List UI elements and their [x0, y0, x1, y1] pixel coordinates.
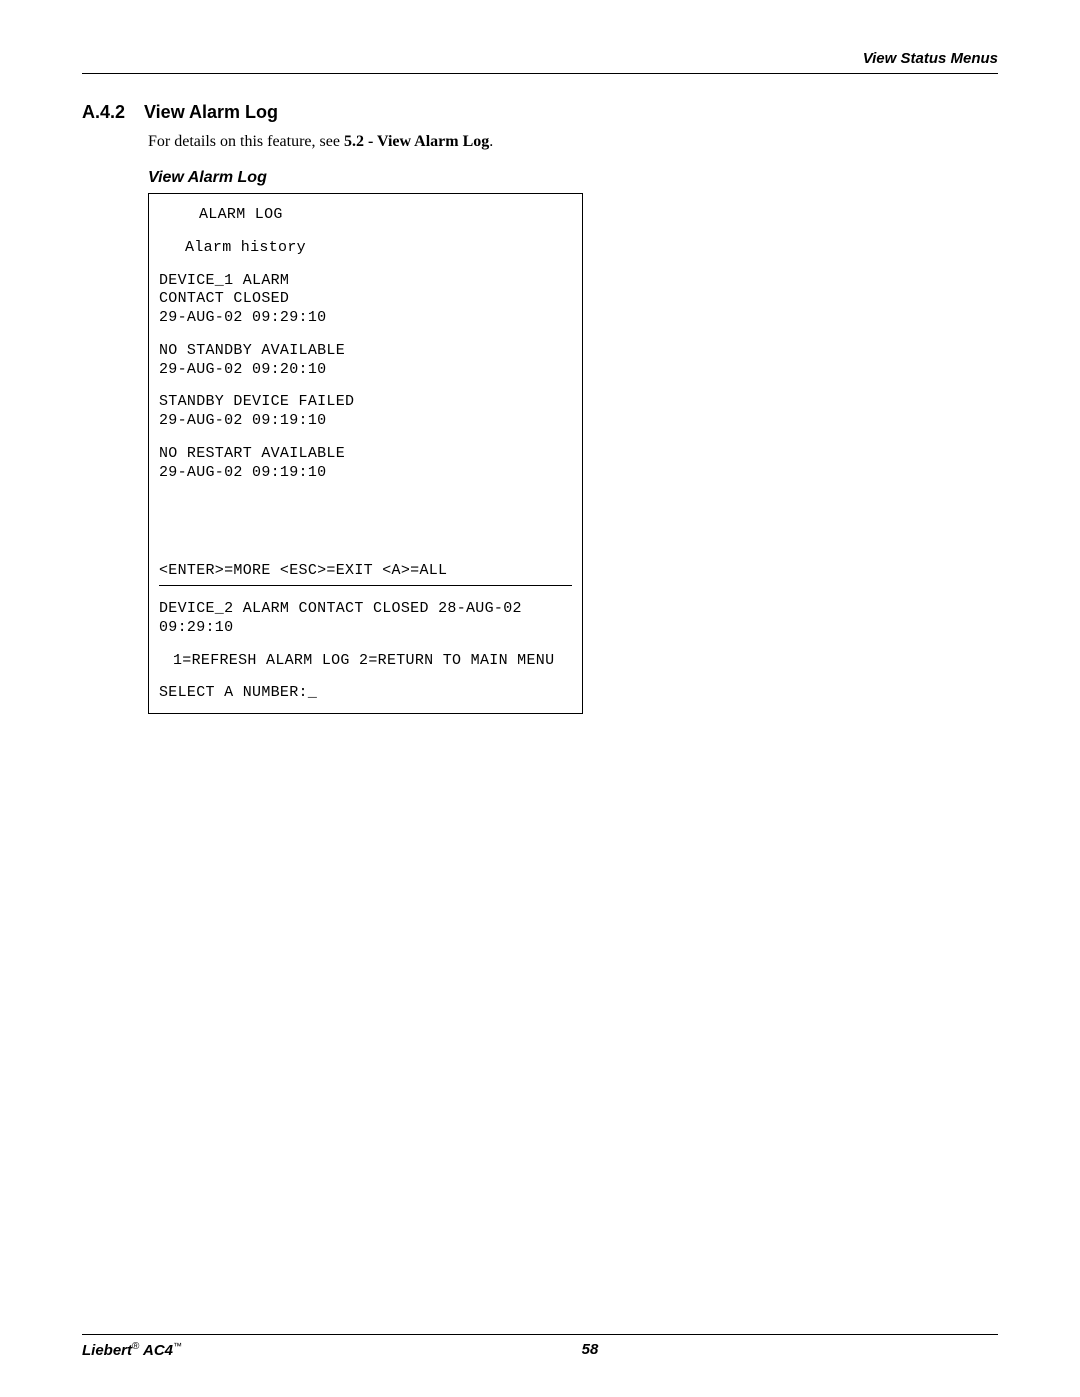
desc-prefix: For details on this feature, see — [148, 133, 344, 150]
alarm-line: 29-AUG-02 09:19:10 — [159, 412, 572, 431]
footer-brand: Liebert® AC4™ — [82, 1341, 182, 1359]
select-prompt: SELECT A NUMBER:_ — [159, 684, 572, 703]
desc-suffix: . — [489, 133, 493, 150]
alarm-line: DEVICE_1 ALARM — [159, 272, 572, 291]
page-number: 58 — [82, 1341, 998, 1358]
section-number: A.4.2 — [82, 102, 144, 123]
alarm-line: 29-AUG-02 09:19:10 — [159, 464, 572, 483]
brand-name: Liebert — [82, 1342, 132, 1359]
alarm-line: NO STANDBY AVAILABLE — [159, 342, 572, 361]
section-description: For details on this feature, see 5.2 - V… — [148, 133, 998, 151]
alarm-entry: NO RESTART AVAILABLE 29-AUG-02 09:19:10 — [159, 445, 572, 483]
alarm-line: 29-AUG-02 09:29:10 — [159, 309, 572, 328]
alarm-line: CONTACT CLOSED — [159, 290, 572, 309]
alarm-entry: DEVICE_1 ALARM CONTACT CLOSED 29-AUG-02 … — [159, 272, 572, 328]
alarm-entry: DEVICE_2 ALARM CONTACT CLOSED 28-AUG-02 … — [159, 600, 572, 638]
alarm-line: 29-AUG-02 09:20:10 — [159, 361, 572, 380]
desc-reference: 5.2 - View Alarm Log — [344, 133, 489, 150]
terminal-screen: ALARM LOG Alarm history DEVICE_1 ALARM C… — [148, 193, 583, 714]
nav-hint: <ENTER>=MORE <ESC>=EXIT <A>=ALL — [159, 562, 572, 586]
alarm-line: DEVICE_2 ALARM — [159, 600, 289, 617]
terminal-title: ALARM LOG — [199, 206, 572, 225]
terminal-subtitle: Alarm history — [185, 239, 572, 258]
menu-option: 1=REFRESH ALARM LOG — [173, 652, 350, 669]
product-name: AC4 — [139, 1342, 173, 1359]
section-heading: A.4.2View Alarm Log — [82, 102, 998, 123]
trademark-mark: ™ — [173, 1341, 182, 1351]
alarm-entry: STANDBY DEVICE FAILED 29-AUG-02 09:19:10 — [159, 393, 572, 431]
page-footer: Liebert® AC4™ 58 — [82, 1334, 998, 1359]
alarm-entry: NO STANDBY AVAILABLE 29-AUG-02 09:20:10 — [159, 342, 572, 380]
alarm-line: CONTACT CLOSED — [299, 600, 429, 617]
alarm-line: NO RESTART AVAILABLE — [159, 445, 572, 464]
header-breadcrumb: View Status Menus — [82, 50, 998, 74]
section-title: View Alarm Log — [144, 102, 278, 122]
menu-option: 2=RETURN TO MAIN MENU — [359, 652, 554, 669]
menu-options: 1=REFRESH ALARM LOG 2=RETURN TO MAIN MEN… — [173, 652, 572, 671]
alarm-line: STANDBY DEVICE FAILED — [159, 393, 572, 412]
figure-title: View Alarm Log — [148, 169, 998, 187]
